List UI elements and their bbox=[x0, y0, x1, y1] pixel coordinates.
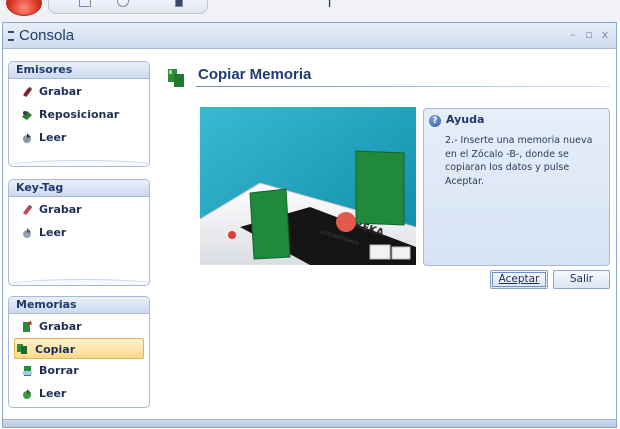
device-photo: REKA AUTOMATISMOS bbox=[200, 107, 416, 265]
quick-access-toolbar bbox=[48, 0, 208, 14]
read-icon bbox=[23, 228, 31, 238]
memory-socket-illustration: REKA AUTOMATISMOS bbox=[200, 107, 416, 265]
help-panel: ? Ayuda 2.- Inserte una memoria nueva en… bbox=[423, 108, 610, 266]
group-body-emisores: Grabar Reposicionar Leer bbox=[9, 81, 149, 148]
sidebar-item-memorias-borrar[interactable]: Borrar bbox=[14, 360, 144, 381]
sidebar-item-label: Grabar bbox=[39, 320, 82, 333]
exit-button[interactable]: Salir bbox=[553, 270, 610, 289]
group-key-tag: Key-Tag Grabar Leer bbox=[8, 179, 150, 286]
minimize-icon[interactable]: – bbox=[566, 28, 580, 42]
close-icon[interactable]: x bbox=[598, 28, 612, 42]
read-icon bbox=[23, 389, 31, 399]
title-divider bbox=[196, 86, 610, 87]
maximize-icon[interactable]: ▫ bbox=[582, 28, 596, 42]
help-text: 2.- Inserte una memoria nueva en el Zóca… bbox=[445, 135, 593, 187]
sidebar-item-emisores-reposicionar[interactable]: Reposicionar bbox=[14, 104, 144, 125]
application-menu-button[interactable] bbox=[6, 0, 42, 16]
window-title: Consola bbox=[19, 27, 75, 44]
group-header-memorias: Memorias bbox=[9, 297, 149, 314]
sidebar-item-label: Leer bbox=[39, 131, 67, 144]
window-icon bbox=[8, 31, 14, 41]
group-memorias: Memorias Grabar Copiar Borrar Leer bbox=[8, 296, 150, 408]
copy-icon bbox=[17, 344, 27, 354]
title-bar: Consola – ▫ x bbox=[3, 23, 616, 49]
sidebar-item-emisores-grabar[interactable]: Grabar bbox=[14, 81, 144, 102]
record-icon bbox=[23, 87, 32, 97]
group-header-key-tag: Key-Tag bbox=[9, 180, 149, 197]
print-icon[interactable] bbox=[175, 0, 183, 7]
application-top-strip: i bbox=[0, 0, 620, 22]
sidebar-item-label: Reposicionar bbox=[39, 108, 120, 121]
group-footer-curve bbox=[9, 160, 149, 166]
help-title: Ayuda bbox=[446, 113, 485, 126]
sidebar-item-label: Borrar bbox=[39, 364, 79, 377]
sidebar-item-emisores-leer[interactable]: Leer bbox=[14, 127, 144, 148]
copy-memory-icon bbox=[168, 69, 184, 87]
sidebar-item-label: Leer bbox=[39, 226, 67, 239]
group-footer-curve bbox=[9, 279, 149, 285]
erase-icon bbox=[23, 366, 32, 376]
page-title: Copiar Memoria bbox=[198, 66, 312, 83]
reposition-icon bbox=[22, 111, 32, 120]
accept-button[interactable]: Aceptar bbox=[490, 270, 548, 289]
sidebar-item-memorias-leer[interactable]: Leer bbox=[14, 383, 144, 404]
save-icon[interactable] bbox=[79, 0, 91, 7]
exit-button-label: Salir bbox=[569, 273, 594, 285]
sidebar-item-label: Grabar bbox=[39, 203, 82, 216]
help-icon: ? bbox=[429, 115, 441, 127]
read-icon bbox=[23, 133, 31, 143]
group-header-emisores: Emisores bbox=[9, 62, 149, 79]
sidebar-item-memorias-copiar[interactable]: Copiar bbox=[14, 338, 144, 359]
group-body-memorias: Grabar Copiar Borrar Leer bbox=[9, 316, 149, 404]
sidebar-item-keytag-grabar[interactable]: Grabar bbox=[14, 199, 144, 220]
sidebar-item-label: Grabar bbox=[39, 85, 82, 98]
undo-icon[interactable] bbox=[117, 0, 129, 7]
sidebar-item-memorias-grabar[interactable]: Grabar bbox=[14, 316, 144, 337]
record-icon bbox=[23, 321, 32, 332]
group-emisores: Emisores Grabar Reposicionar Leer bbox=[8, 61, 150, 167]
sidebar-item-keytag-leer[interactable]: Leer bbox=[14, 222, 144, 243]
status-bar bbox=[3, 419, 616, 427]
sidebar-item-label: Copiar bbox=[35, 343, 76, 356]
group-body-key-tag: Grabar Leer bbox=[9, 199, 149, 243]
application-title-fragment: i bbox=[328, 0, 332, 10]
accept-button-label: Aceptar bbox=[498, 273, 540, 285]
record-icon bbox=[23, 205, 32, 215]
sidebar-item-label: Leer bbox=[39, 387, 67, 400]
